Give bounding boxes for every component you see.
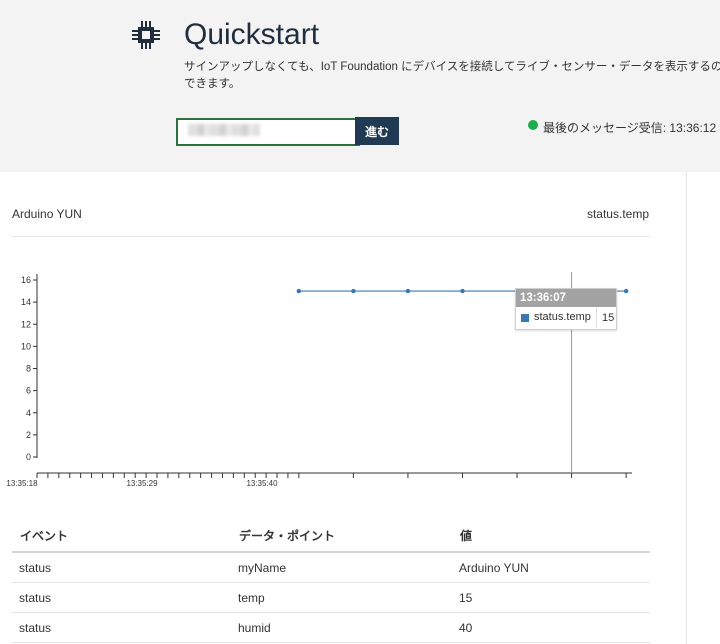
table-cell-value: 15 [452,582,650,613]
panel-divider [12,236,650,237]
go-button[interactable]: 進む [355,117,399,145]
data-point [296,288,302,294]
series-name: status.temp [586,207,649,221]
table-row: status myName Arduino YUN [12,552,650,583]
chip-icon [132,21,160,49]
table-cell-event: status [12,612,231,643]
y-tick-label: 16 [21,275,31,285]
table-cell-value: 40 [452,612,650,643]
chart-tooltip: 13:36:07 status.temp 15 [515,288,617,330]
table-cell-datapoint: humid [231,612,452,643]
tooltip-value: 15 [602,311,615,324]
table-cell-datapoint: temp [231,582,452,613]
data-point [623,288,629,294]
y-tick-label: 4 [26,408,31,418]
data-point-table: イベント データ・ポイント 値 status myName Arduino YU… [12,520,650,643]
y-tick-label: 8 [26,364,31,374]
table-cell-event: status [12,552,231,583]
table-cell-value: Arduino YUN [452,552,650,583]
x-tick-label: 13:35:40 [246,479,278,488]
y-tick-label: 10 [21,341,31,351]
data-point [351,288,356,294]
data-point [460,288,465,294]
device-name: Arduino YUN [12,207,82,221]
table-row: status temp 15 [12,582,650,613]
table-cell-event: status [12,582,231,613]
blurred-device-id [188,124,260,136]
y-tick-label: 14 [21,297,31,307]
page-description: サインアップしなくても、IoT Foundation にデバイスを接続してライブ… [184,61,720,90]
column-header-value: 値 [452,520,650,553]
y-tick-label: 2 [26,430,31,440]
column-header-datapoint: データ・ポイント [231,520,452,553]
page-title: Quickstart [184,18,320,51]
table-cell-datapoint: myName [231,552,452,583]
side-divider [686,172,687,644]
table-row: status humid 40 [12,612,650,643]
y-tick-label: 12 [21,319,31,329]
tooltip-time: 13:36:07 [516,289,616,307]
x-tick-label: 13:35:18 [6,479,38,488]
data-point [405,288,411,294]
table-header-row: イベント データ・ポイント 値 [12,520,650,553]
y-tick-label: 0 [26,452,31,462]
y-tick-label: 6 [26,386,31,396]
tooltip-series-swatch [521,313,529,322]
tooltip-series-label: status.temp [534,307,597,328]
last-message-status: 最後のメッセージ受信: 13:36:12 [543,121,717,135]
quickstart-header: Quickstart サインアップしなくても、IoT Foundation にデ… [0,0,720,172]
status-indicator-icon [528,120,538,130]
column-header-event: イベント [12,520,231,553]
x-tick-label: 13:35:29 [126,479,158,488]
